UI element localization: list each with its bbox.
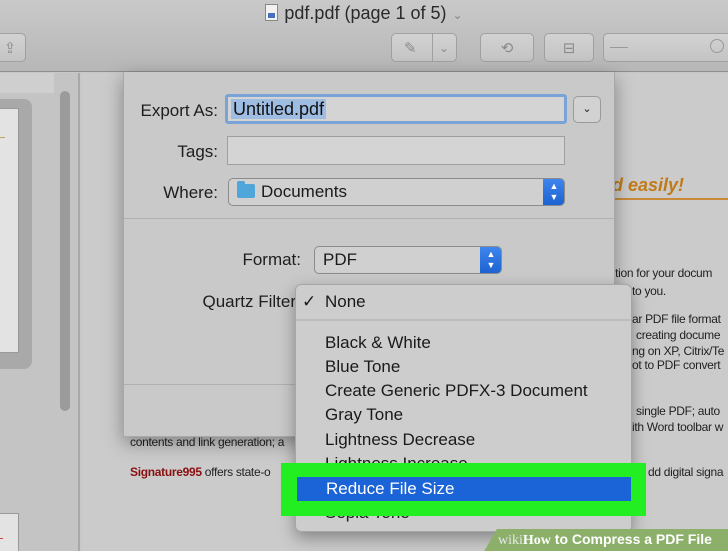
share-button[interactable]: ⇪ bbox=[0, 33, 26, 62]
document-heading: d easily! bbox=[612, 175, 685, 195]
signature-text: offers state-o bbox=[201, 465, 271, 479]
watermark-title: to Compress a PDF File bbox=[550, 531, 712, 547]
document-text-line: single PDF; auto bbox=[636, 404, 720, 418]
document-text-line: olution for your docum bbox=[600, 266, 713, 280]
export-as-input[interactable]: Untitled.pdf bbox=[225, 94, 567, 124]
pdf-document-icon bbox=[265, 4, 279, 21]
checkmark-icon: ✓ bbox=[302, 292, 317, 311]
popup-stepper-icon: ▲ ▼ bbox=[480, 247, 501, 273]
search-icon bbox=[710, 39, 724, 53]
document-text-line: ot to PDF convert bbox=[632, 358, 721, 372]
markup-button[interactable]: ✎ ⌄ bbox=[391, 33, 457, 62]
format-label: Format: bbox=[242, 250, 301, 269]
menu-separator bbox=[296, 319, 631, 321]
menu-item-black-white[interactable]: Black & White bbox=[296, 331, 631, 355]
window-title-text: pdf.pdf (page 1 of 5) bbox=[284, 3, 447, 23]
tags-input[interactable] bbox=[227, 136, 565, 165]
chevron-down-icon: ⌄ bbox=[582, 103, 592, 115]
pen-icon: ✎ bbox=[404, 39, 417, 57]
document-text-line: ith Word toolbar w bbox=[632, 420, 724, 434]
sidebar-header bbox=[0, 73, 54, 93]
dialog-divider bbox=[124, 218, 614, 219]
heading-rule bbox=[600, 198, 728, 200]
signature-brand-link[interactable]: Signature995 bbox=[130, 465, 202, 479]
expand-dialog-button[interactable]: ⌄ bbox=[573, 96, 601, 123]
watermark-wiki: wiki bbox=[498, 533, 523, 548]
document-text-line: dd digital signa bbox=[648, 465, 724, 479]
menu-item-blue-tone[interactable]: Blue Tone bbox=[296, 355, 631, 379]
page-thumbnail-2[interactable] bbox=[0, 513, 19, 551]
document-text-line: ar PDF file format bbox=[632, 312, 721, 326]
export-as-label: Export As: bbox=[140, 101, 218, 120]
chevron-down-icon[interactable]: ⌄ bbox=[453, 8, 463, 22]
rotate-button[interactable]: ⟲ bbox=[480, 33, 534, 62]
watermark-how: How bbox=[522, 533, 551, 548]
folder-icon bbox=[237, 181, 255, 198]
thumbnail-rule bbox=[0, 538, 3, 539]
menu-item-label: None bbox=[325, 292, 366, 311]
where-popup[interactable]: Documents ▲ ▼ bbox=[228, 178, 565, 206]
export-as-value: Untitled.pdf bbox=[231, 99, 327, 119]
watermark-text: wikiHow to Compress a PDF File bbox=[498, 531, 712, 549]
search-input-cursor bbox=[610, 47, 628, 48]
document-text-line: ng on XP, Citrix/Te bbox=[632, 344, 725, 358]
document-text-line: contents and link generation; a bbox=[130, 435, 285, 449]
sidebar-scrollbar[interactable] bbox=[60, 91, 70, 411]
thumbnail-rule bbox=[0, 137, 5, 138]
rotate-icon: ⟲ bbox=[500, 39, 514, 57]
menu-item-reduce-file-size[interactable]: Reduce File Size bbox=[297, 477, 631, 501]
window-titlebar: pdf.pdf (page 1 of 5) ⌄ ⇪ ✎ ⌄ ⟲ ⊟ bbox=[0, 0, 728, 72]
page-thumbnail-1[interactable] bbox=[0, 108, 19, 353]
menu-item-gray-tone[interactable]: Gray Tone bbox=[296, 403, 631, 427]
quartz-filter-label: Quartz Filter bbox=[202, 292, 296, 311]
menu-item-lightness-decrease[interactable]: Lightness Decrease bbox=[296, 428, 631, 452]
thumbnail-sidebar bbox=[0, 73, 80, 551]
document-text-line: creating docume bbox=[636, 328, 721, 342]
format-popup[interactable]: PDF ▲ ▼ bbox=[314, 246, 502, 274]
divider bbox=[432, 34, 433, 61]
toolbox-icon: ⊟ bbox=[562, 39, 576, 57]
search-field[interactable] bbox=[603, 33, 728, 62]
menu-item-none[interactable]: ✓ None bbox=[296, 290, 631, 314]
where-value: Documents bbox=[261, 182, 347, 201]
popup-stepper-icon: ▲ ▼ bbox=[543, 179, 564, 205]
where-label: Where: bbox=[163, 183, 218, 202]
window-title: pdf.pdf (page 1 of 5) ⌄ bbox=[0, 3, 728, 24]
tags-label: Tags: bbox=[177, 142, 218, 161]
share-icon: ⇪ bbox=[3, 39, 17, 57]
signature-line: Signature995 offers state-o bbox=[130, 465, 271, 479]
chevron-down-icon[interactable]: ⌄ bbox=[439, 41, 449, 55]
menu-item-pdfx3[interactable]: Create Generic PDFX-3 Document bbox=[296, 379, 631, 403]
format-value: PDF bbox=[323, 250, 357, 269]
toolbox-button[interactable]: ⊟ bbox=[544, 33, 594, 62]
document-text-line: to you. bbox=[632, 284, 666, 298]
